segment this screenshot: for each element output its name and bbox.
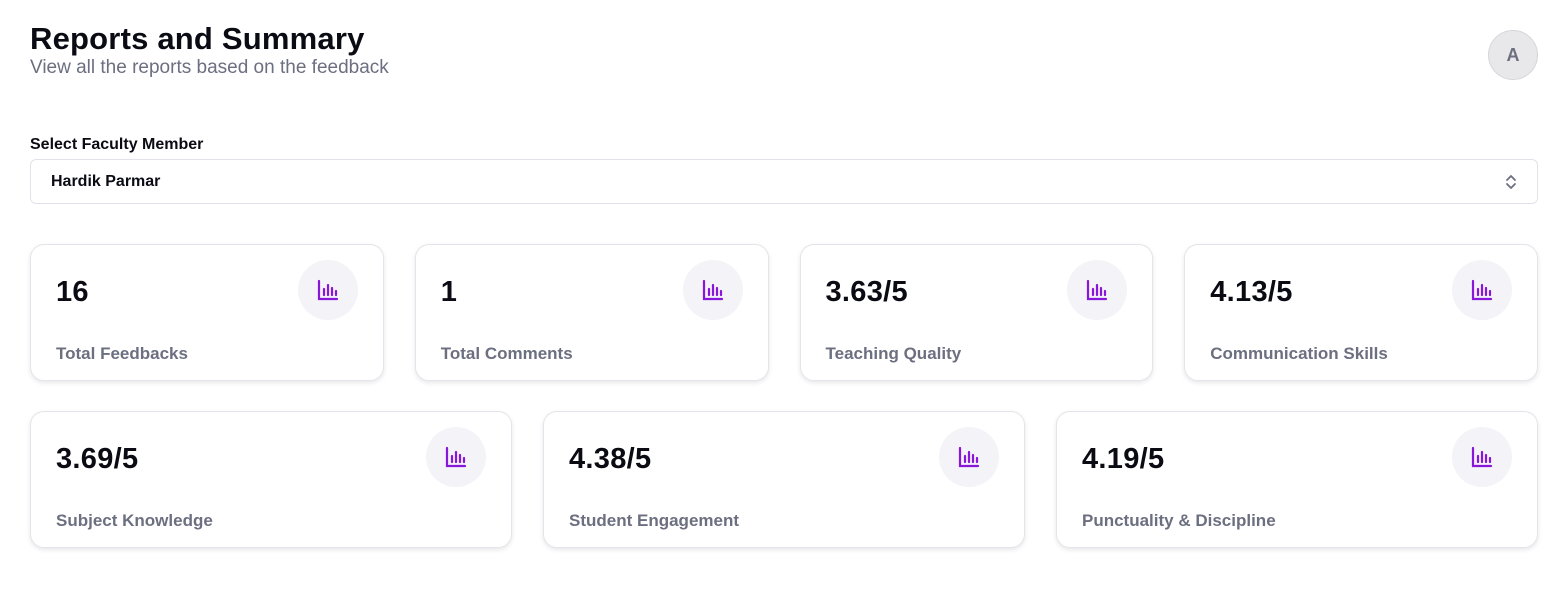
bar-chart-icon bbox=[1452, 427, 1512, 487]
stat-value: 4.13/5 bbox=[1210, 276, 1293, 308]
stat-label: Teaching Quality bbox=[825, 344, 962, 363]
faculty-select-value: Hardik Parmar bbox=[51, 172, 161, 190]
stat-value: 3.63/5 bbox=[825, 276, 908, 308]
stat-card-total-feedbacks: 16 Total Feedbacks bbox=[30, 244, 384, 381]
bar-chart-icon bbox=[1067, 260, 1128, 320]
stat-card-subject-knowledge: 3.69/5 Subject Knowledge bbox=[30, 411, 512, 548]
stats-row-1: 16 Total Feedbacks 1 Total Comments 3.63… bbox=[30, 244, 1538, 381]
page-title: Reports and Summary bbox=[30, 21, 365, 56]
bar-chart-icon bbox=[297, 260, 358, 320]
faculty-select[interactable]: Hardik Parmar bbox=[30, 159, 1538, 204]
stat-value: 16 bbox=[56, 276, 89, 308]
stat-card-communication-skills: 4.13/5 Communication Skills bbox=[1184, 244, 1538, 381]
faculty-select-label: Select Faculty Member bbox=[30, 136, 204, 153]
stat-value: 3.69/5 bbox=[56, 443, 139, 475]
page-subtitle: View all the reports based on the feedba… bbox=[30, 57, 389, 78]
stats-row-2: 3.69/5 Subject Knowledge 4.38/5 Student … bbox=[30, 411, 1538, 548]
bar-chart-icon bbox=[939, 427, 999, 487]
stat-label: Subject Knowledge bbox=[56, 511, 213, 530]
stat-value: 1 bbox=[440, 276, 458, 308]
bar-chart-icon bbox=[682, 260, 743, 320]
page-header: Reports and Summary View all the reports… bbox=[30, 20, 389, 81]
reports-page: Reports and Summary View all the reports… bbox=[0, 0, 1561, 611]
chevron-up-down-icon bbox=[1506, 174, 1516, 189]
stat-card-punctuality-discipline: 4.19/5 Punctuality & Discipline bbox=[1056, 411, 1538, 548]
stat-card-student-engagement: 4.38/5 Student Engagement bbox=[543, 411, 1025, 548]
stat-card-teaching-quality: 3.63/5 Teaching Quality bbox=[799, 244, 1154, 381]
stat-label: Communication Skills bbox=[1210, 344, 1388, 363]
stat-label: Total Feedbacks bbox=[56, 344, 188, 363]
bar-chart-icon bbox=[1452, 260, 1512, 320]
stat-value: 4.19/5 bbox=[1082, 443, 1165, 475]
stat-value: 4.38/5 bbox=[569, 443, 652, 475]
bar-chart-icon bbox=[426, 427, 486, 487]
stat-label: Total Comments bbox=[440, 344, 573, 363]
stat-label: Student Engagement bbox=[569, 511, 740, 530]
faculty-select-field: Select Faculty Member Hardik Parmar bbox=[30, 134, 1538, 204]
stat-card-total-comments: 1 Total Comments bbox=[414, 244, 769, 381]
avatar[interactable]: A bbox=[1488, 30, 1538, 80]
stat-label: Punctuality & Discipline bbox=[1082, 511, 1276, 530]
